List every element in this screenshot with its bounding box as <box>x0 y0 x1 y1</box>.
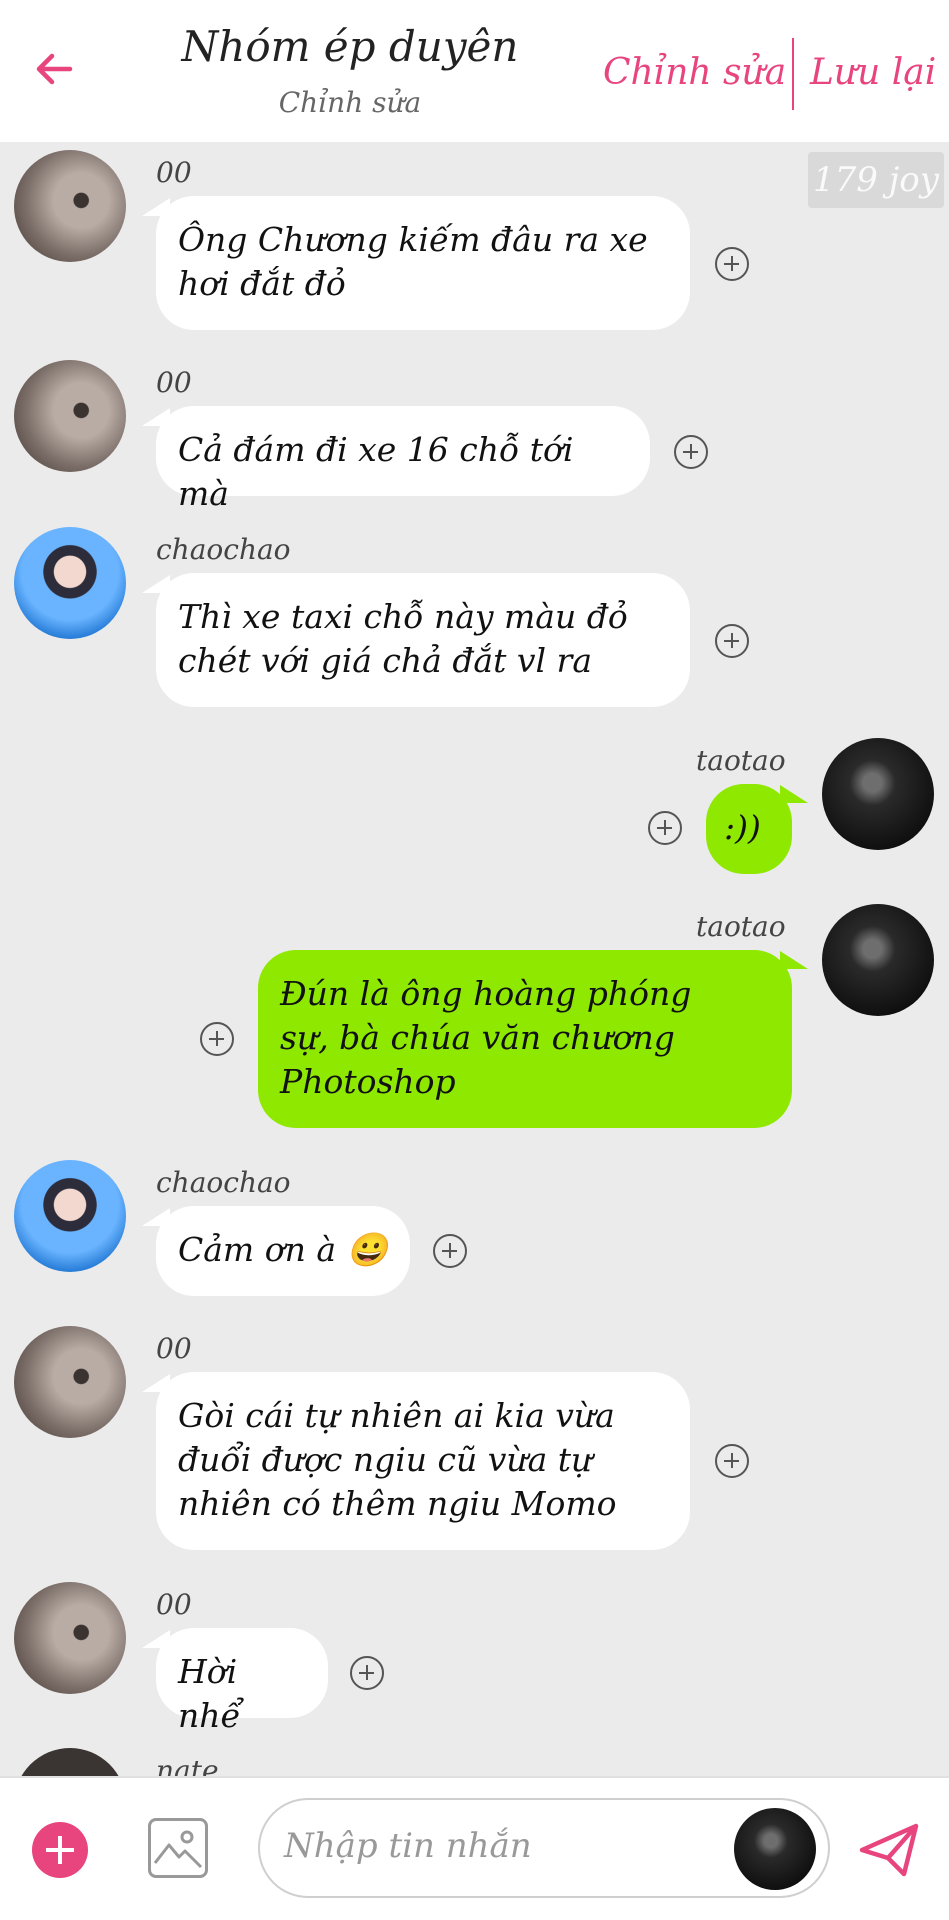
message-line: :)) <box>724 808 761 847</box>
message-bubble[interactable]: Đún là ông hoàng phóng sự, bà chúa văn c… <box>258 950 792 1128</box>
message-line: Ông Chương kiếm đâu ra xe <box>178 220 648 259</box>
message-line: Hời nhể <box>178 1652 241 1735</box>
avatar[interactable] <box>14 1160 126 1272</box>
message-line: Gòi cái tự nhiên ai kia vừa <box>178 1396 615 1435</box>
react-plus-icon[interactable] <box>674 435 708 469</box>
sender-name: 00 <box>156 366 192 399</box>
message-line: sự, bà chúa văn chương <box>280 1018 675 1057</box>
react-plus-icon[interactable] <box>350 1656 384 1690</box>
avatar[interactable] <box>822 738 934 850</box>
avatar[interactable] <box>14 1582 126 1694</box>
message-bubble[interactable]: Thì xe taxi chỗ này màu đỏ chét với giá … <box>156 573 690 707</box>
message-bubble[interactable]: Cả đám đi xe 16 chỗ tới mà <box>156 406 650 513</box>
react-plus-icon[interactable] <box>433 1234 467 1268</box>
avatar[interactable] <box>14 360 126 472</box>
top-bar: Nhóm ép duyên Chỉnh sửa Chỉnh sửa Lưu lạ… <box>0 0 949 142</box>
avatar[interactable] <box>734 1808 816 1890</box>
save-button[interactable]: Lưu lại <box>810 52 936 93</box>
message-bubble[interactable]: Cảm ơn à 😀 <box>156 1206 410 1296</box>
avatar[interactable] <box>14 1326 126 1438</box>
sender-name: taotao <box>696 910 786 943</box>
message-line: Cả đám đi xe 16 chỗ tới mà <box>178 430 574 513</box>
page-subtitle: Chỉnh sửa <box>278 86 422 119</box>
message-bubble[interactable]: :)) <box>706 784 792 874</box>
message-line: Cảm ơn à 😀 <box>178 1230 388 1269</box>
message-line: Đún là ông hoàng phóng <box>280 974 692 1013</box>
react-plus-icon[interactable] <box>715 1444 749 1478</box>
avatar[interactable] <box>14 150 126 262</box>
message-bubble[interactable]: Hời nhể <box>156 1628 328 1735</box>
message-line: Photoshop <box>280 1062 456 1101</box>
input-placeholder: Nhập tin nhắn <box>284 1826 532 1866</box>
watermark: 179 joy <box>808 152 944 208</box>
edit-button[interactable]: Chỉnh sửa <box>603 52 786 93</box>
message-bubble[interactable]: Ông Chương kiếm đâu ra xe hơi đắt đỏ <box>156 196 690 330</box>
sender-name: 00 <box>156 1588 192 1621</box>
message-line: nhiên có thêm ngiu Momo <box>178 1484 617 1523</box>
sender-name: chaochao <box>156 1166 291 1199</box>
message-line: đuổi được ngiu cũ vừa tự <box>178 1440 593 1479</box>
image-icon[interactable] <box>148 1818 208 1878</box>
send-icon[interactable] <box>858 1820 922 1880</box>
react-plus-icon[interactable] <box>715 247 749 281</box>
avatar[interactable] <box>822 904 934 1016</box>
message-line: Thì xe taxi chỗ này màu đỏ <box>178 597 628 636</box>
page-title: Nhóm ép duyên <box>181 22 519 71</box>
react-plus-icon[interactable] <box>200 1022 234 1056</box>
avatar[interactable] <box>14 527 126 639</box>
message-line: hơi đắt đỏ <box>178 264 346 303</box>
message-line: chét với giá chả đắt vl ra <box>178 641 592 680</box>
message-input[interactable]: Nhập tin nhắn <box>258 1798 830 1898</box>
sender-name: 00 <box>156 156 192 189</box>
sender-name: taotao <box>696 744 786 777</box>
plus-icon[interactable] <box>32 1822 88 1878</box>
sender-name: 00 <box>156 1332 192 1365</box>
header-divider <box>792 38 794 110</box>
react-plus-icon[interactable] <box>715 624 749 658</box>
image-icon-glyph <box>153 1830 203 1869</box>
message-bubble[interactable]: Gòi cái tự nhiên ai kia vừa đuổi được ng… <box>156 1372 690 1550</box>
sender-name: chaochao <box>156 533 291 566</box>
message-input-bar: Nhập tin nhắn <box>0 1776 949 1920</box>
react-plus-icon[interactable] <box>648 811 682 845</box>
